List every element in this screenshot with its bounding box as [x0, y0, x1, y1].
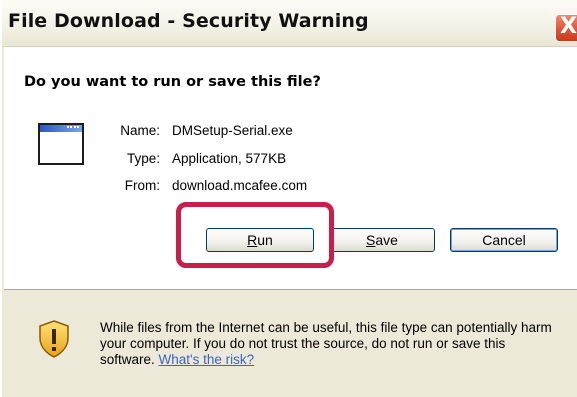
- title-bar[interactable]: File Download - Security Warning X: [2, 0, 577, 47]
- cancel-label: Cancel: [482, 232, 526, 248]
- file-type-value: Application, 577KB: [172, 151, 287, 166]
- application-window-icon: [38, 123, 84, 165]
- save-label: ave: [375, 232, 398, 248]
- question-heading: Do you want to run or save this file?: [24, 74, 321, 90]
- close-button[interactable]: X: [555, 14, 577, 42]
- dialog-title: File Download - Security Warning: [8, 10, 369, 32]
- close-icon: X: [560, 14, 577, 39]
- file-download-dialog: File Download - Security Warning X Do yo…: [0, 0, 577, 397]
- type-label: Type:: [126, 151, 160, 166]
- name-label: Name:: [120, 123, 160, 138]
- cancel-button[interactable]: Cancel: [450, 228, 558, 252]
- save-button[interactable]: Save: [329, 228, 435, 252]
- security-shield-icon: [39, 320, 69, 358]
- file-source-value: download.mcafee.com: [172, 178, 308, 193]
- run-button-highlight: [176, 202, 334, 268]
- from-label: From:: [124, 178, 160, 193]
- file-name-value: DMSetup-Serial.exe: [172, 123, 293, 138]
- save-accelerator: S: [366, 232, 376, 248]
- risk-info-link[interactable]: What's the risk?: [159, 352, 255, 367]
- warning-message: While files from the Internet can be use…: [100, 320, 560, 368]
